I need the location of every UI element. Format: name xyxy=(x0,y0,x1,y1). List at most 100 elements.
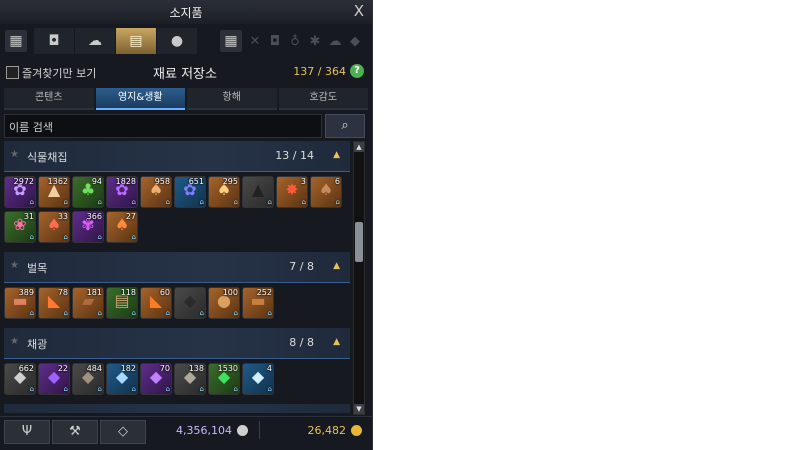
hammer-button[interactable]: ⚒ xyxy=(52,420,98,444)
icon-tab-bar: ▦ ◘ ☁ ▤ ● ▦ ✕ ◘ ♁ ✱ ☁ ◆ xyxy=(0,26,372,56)
scrollbar[interactable]: ▲ ▼ xyxy=(353,141,365,415)
collapse-arrow-icon[interactable]: ▲ xyxy=(333,150,340,160)
material-slot[interactable]: ❀ 31 ⌂ xyxy=(4,211,36,243)
star-icon[interactable]: ★ xyxy=(10,412,19,413)
search-button[interactable]: ⌕ xyxy=(325,114,365,138)
item-quantity: 1362 xyxy=(47,177,68,186)
estate-mark-icon: ⌂ xyxy=(233,385,238,393)
bag-filter-icon: ◘ xyxy=(269,33,281,49)
item-quantity: 1530 xyxy=(217,364,238,373)
close-icon[interactable]: X xyxy=(354,2,364,20)
star-icon[interactable]: ★ xyxy=(10,260,19,271)
category-count: 8 / 11 xyxy=(282,412,314,413)
material-slot[interactable]: ◣ 78 ⌂ xyxy=(38,287,70,319)
category-tabs: 콘텐츠 영지&생활 항해 호감도 xyxy=(4,88,368,110)
material-slot[interactable]: ▤ 118 ⌂ xyxy=(106,287,138,319)
favorites-checkbox[interactable] xyxy=(6,66,19,79)
material-slot[interactable]: ◆ 4 ⌂ xyxy=(242,363,274,395)
category-name: 벌목 xyxy=(27,262,48,275)
material-slot[interactable]: ◆ 1530 ⌂ xyxy=(208,363,240,395)
pet-filter-icon: ☁ xyxy=(328,33,342,49)
star-icon[interactable]: ★ xyxy=(10,336,19,347)
estate-mark-icon: ⌂ xyxy=(131,198,136,206)
material-slot[interactable]: ♠ 33 ⌂ xyxy=(38,211,70,243)
material-slot[interactable]: ◆ 484 ⌂ xyxy=(72,363,104,395)
material-slot[interactable]: ▬ 252 ⌂ xyxy=(242,287,274,319)
scroll-up-icon[interactable]: ▲ xyxy=(354,142,364,152)
star-icon[interactable]: ★ xyxy=(10,149,19,160)
item-quantity: 60 xyxy=(159,288,170,297)
material-slot[interactable]: ✿ 651 ⌂ xyxy=(174,176,206,208)
gear-filter-icon: ✱ xyxy=(309,33,321,49)
material-slot[interactable]: ✸ 3 ⌂ xyxy=(276,176,308,208)
item-quantity: 31 xyxy=(23,212,34,221)
scroll-down-icon[interactable]: ▼ xyxy=(354,404,364,414)
tab-bag-icon[interactable]: ◘ xyxy=(34,28,74,54)
tab-bomb-icon[interactable]: ● xyxy=(157,28,197,54)
material-slot[interactable]: ● 100 ⌂ xyxy=(208,287,240,319)
category-header[interactable]: ★ 채광 8 / 8 ▲ xyxy=(4,328,350,359)
potion-filter-icon: ♁ xyxy=(290,33,300,49)
grid-view-icon[interactable]: ▦ xyxy=(5,30,27,52)
material-slot[interactable]: ✿ 1828 ⌂ xyxy=(106,176,138,208)
estate-mark-icon: ⌂ xyxy=(29,309,34,317)
material-slot[interactable]: ◆ ⌂ xyxy=(174,287,206,319)
search-input[interactable]: 이름 검색 xyxy=(4,114,322,138)
category-name: 수렵 xyxy=(27,412,47,413)
item-grid: ✿ 2972 ⌂ ▲ 1362 ⌂ ♣ 94 ⌂ ✿ 1828 ⌂ ♠ 958 ⌂ ✿ 651 ⌂ ♠ 295 ⌂ ▲ ⌂ ✸… xyxy=(4,172,350,248)
storage-header: 즐겨찾기만 보기 재료 저장소 137 / 364 ? xyxy=(0,60,372,84)
material-slot[interactable]: ◆ 662 ⌂ xyxy=(4,363,36,395)
tab-book-icon[interactable]: ▤ xyxy=(116,28,156,54)
sort-grid-icon[interactable]: ▦ xyxy=(220,30,242,52)
estate-mark-icon: ⌂ xyxy=(63,198,68,206)
item-quantity: 2972 xyxy=(13,177,34,186)
material-slot[interactable]: ◣ 60 ⌂ xyxy=(140,287,172,319)
category-header[interactable]: ★ 식물채집 13 / 14 ▲ xyxy=(4,141,350,172)
material-slot[interactable]: ▬ 389 ⌂ xyxy=(4,287,36,319)
tab-voyage[interactable]: 항해 xyxy=(187,88,277,110)
material-slot[interactable]: ◆ 138 ⌂ xyxy=(174,363,206,395)
tab-rapport[interactable]: 호감도 xyxy=(278,88,368,110)
estate-mark-icon: ⌂ xyxy=(63,385,68,393)
material-slot[interactable]: ♠ 6 ⌂ xyxy=(310,176,342,208)
material-slot[interactable]: ✾ 366 ⌂ xyxy=(72,211,104,243)
collapse-arrow-icon[interactable]: ▲ xyxy=(333,261,340,271)
material-slot[interactable]: ♠ 295 ⌂ xyxy=(208,176,240,208)
tab-contents[interactable]: 콘텐츠 xyxy=(4,88,94,110)
item-quantity: 33 xyxy=(57,212,68,221)
estate-mark-icon: ⌂ xyxy=(267,385,272,393)
estate-mark-icon: ⌂ xyxy=(131,233,136,241)
title-bar[interactable]: 소지품 X xyxy=(0,0,372,24)
category-header[interactable]: ★수렵8 / 11▲ xyxy=(4,404,350,413)
silver-amount: 4,356,104 xyxy=(176,424,232,437)
estate-mark-icon: ⌂ xyxy=(97,198,102,206)
material-slot[interactable]: ♠ 958 ⌂ xyxy=(140,176,172,208)
item-quantity: 100 xyxy=(222,288,238,297)
category-header[interactable]: ★ 벌목 7 / 8 ▲ xyxy=(4,252,350,283)
material-slot[interactable]: ♠ 27 ⌂ xyxy=(106,211,138,243)
hammer-icon: ⚒ xyxy=(69,424,81,439)
item-quantity: 70 xyxy=(159,364,170,373)
tab-estate-life[interactable]: 영지&생활 xyxy=(95,88,185,110)
material-slot[interactable]: ✿ 2972 ⌂ xyxy=(4,176,36,208)
material-slot[interactable]: ▰ 181 ⌂ xyxy=(72,287,104,319)
material-slot[interactable]: ◆ 182 ⌂ xyxy=(106,363,138,395)
tab-pet-icon[interactable]: ☁ xyxy=(75,28,115,54)
gem-button[interactable]: ◇ xyxy=(100,420,146,444)
material-slot[interactable]: ▲ ⌂ xyxy=(242,176,274,208)
material-slot[interactable]: ◆ 70 ⌂ xyxy=(140,363,172,395)
material-slot[interactable]: ♣ 94 ⌂ xyxy=(72,176,104,208)
item-quantity: 662 xyxy=(18,364,34,373)
item-quantity: 22 xyxy=(57,364,68,373)
help-icon[interactable]: ? xyxy=(350,64,364,78)
estate-mark-icon: ⌂ xyxy=(267,198,272,206)
trident-button[interactable]: Ψ xyxy=(4,420,50,444)
material-slot[interactable]: ▲ 1362 ⌂ xyxy=(38,176,70,208)
collapse-arrow-icon[interactable]: ▲ xyxy=(333,337,340,347)
material-slot[interactable]: ◆ 22 ⌂ xyxy=(38,363,70,395)
search-icon: ⌕ xyxy=(341,118,349,133)
scroll-thumb[interactable] xyxy=(355,222,363,262)
item-quantity: 252 xyxy=(256,288,272,297)
material-icon: ▲ xyxy=(251,180,265,199)
silver-coin-icon xyxy=(237,425,248,436)
